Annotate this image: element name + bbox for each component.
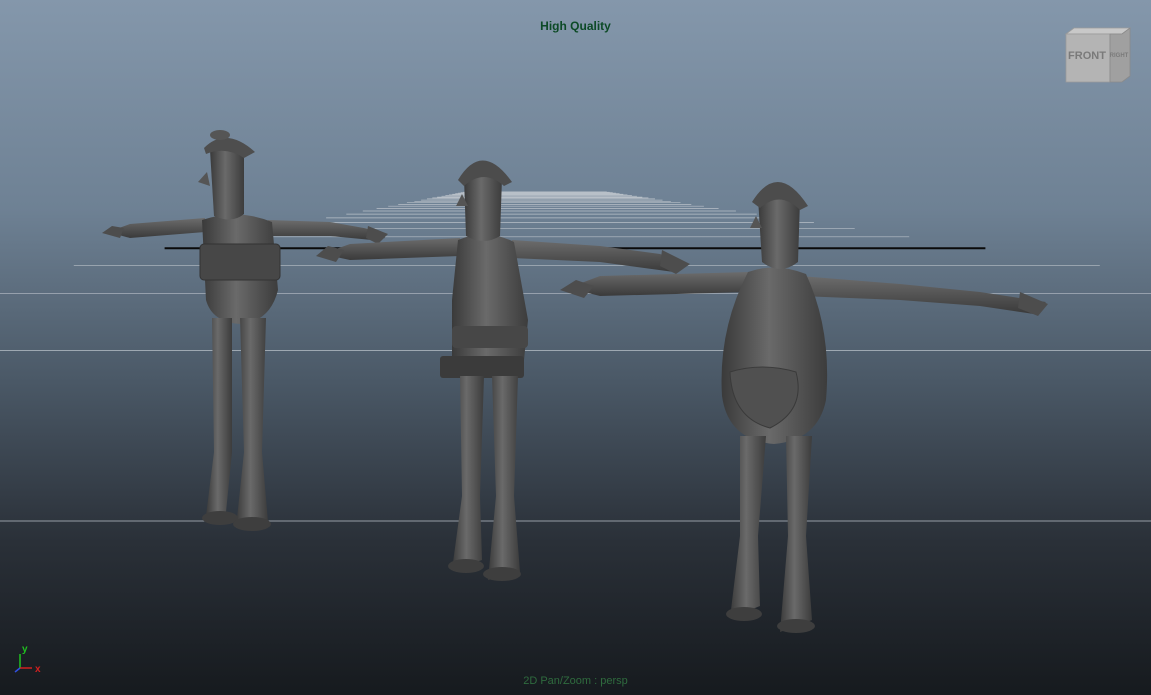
axis-y-label: y: [22, 644, 28, 655]
maya-viewport-persp[interactable]: High Quality FRONT RIGHT y x 2D Pan/Zoom…: [0, 0, 1151, 695]
viewcube-front-label: FRONT: [1068, 50, 1106, 62]
viewcube-top-face[interactable]: [1064, 27, 1132, 35]
renderer-label: High Quality: [540, 19, 611, 33]
viewcube[interactable]: FRONT RIGHT: [1062, 26, 1134, 88]
axis-x-label: x: [35, 664, 41, 675]
camera-name-label: 2D Pan/Zoom : persp: [523, 675, 628, 687]
scene-models: [102, 130, 1048, 633]
viewcube-right-label: RIGHT: [1110, 53, 1129, 59]
character-model-1[interactable]: [102, 130, 388, 531]
character-model-2[interactable]: [316, 160, 690, 581]
axis-gizmo-icon: y x: [14, 644, 41, 675]
character-model-3[interactable]: [560, 181, 1048, 633]
